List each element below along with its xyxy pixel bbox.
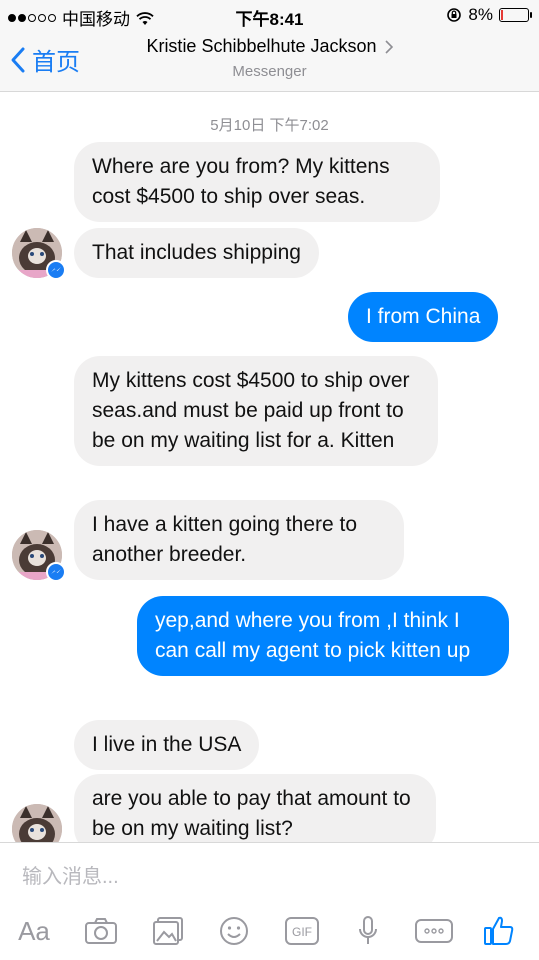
conversation-subtitle: Messenger — [232, 63, 307, 80]
gif-icon[interactable]: GIF — [282, 911, 322, 951]
more-icon[interactable] — [412, 911, 456, 951]
message-text: are you able to pay that amount to be on… — [92, 787, 411, 840]
message-bubble-incoming[interactable]: I have a kitten going there to another b… — [74, 500, 404, 580]
battery-percent: 8% — [468, 5, 493, 24]
message-text: yep,and where you from ,I think I can ca… — [155, 609, 471, 662]
messenger-badge-icon — [46, 260, 66, 280]
nav-bar: 首页 Kristie Schibbelhute Jackson Messenge… — [0, 30, 539, 92]
message-bubble-outgoing[interactable]: I from China — [348, 292, 499, 342]
message-text: I have a kitten going there to another b… — [92, 513, 358, 566]
status-right: 8% — [446, 5, 532, 25]
battery-icon — [499, 8, 532, 22]
message-bubble-incoming[interactable]: are you able to pay that amount to be on… — [74, 774, 436, 842]
like-icon[interactable] — [480, 911, 518, 951]
avatar[interactable] — [12, 804, 62, 842]
message-bubble-outgoing[interactable]: yep,and where you from ,I think I can ca… — [137, 596, 509, 676]
conversation-title: Kristie Schibbelhute Jackson — [146, 36, 377, 56]
message-bubble-incoming[interactable]: That includes shipping — [74, 228, 319, 278]
rotation-lock-icon — [447, 8, 462, 22]
svg-text:GIF: GIF — [292, 925, 312, 939]
emoji-icon[interactable] — [216, 911, 252, 951]
aa-label: Aa — [18, 915, 50, 946]
message-bubble-incoming[interactable]: My kittens cost $4500 to ship over seas.… — [74, 356, 438, 466]
message-timestamp: 5月10日 下午7:02 — [210, 117, 329, 134]
messenger-badge-icon — [46, 562, 66, 582]
photo-icon[interactable] — [150, 911, 186, 951]
message-text: I from China — [366, 305, 481, 328]
status-bar: 中国移动 下午8:41 8% — [0, 0, 539, 30]
message-bubble-incoming[interactable]: I live in the USA — [74, 720, 260, 770]
conversation-header[interactable]: Kristie Schibbelhute Jackson Messenger — [0, 36, 539, 80]
message-input[interactable] — [22, 859, 502, 895]
composer-toolbar: Aa GIF — [0, 911, 539, 951]
camera-icon[interactable] — [82, 911, 120, 951]
chevron-right-icon — [384, 39, 393, 54]
message-bubble-incoming[interactable]: Where are you from? My kittens cost $450… — [74, 142, 440, 222]
message-thread[interactable]: 5月10日 下午7:02 Where are you from? My kitt… — [0, 92, 539, 842]
message-text: My kittens cost $4500 to ship over seas.… — [92, 369, 410, 452]
composer: Aa GIF — [0, 842, 539, 960]
microphone-icon[interactable] — [354, 911, 382, 951]
message-text: Where are you from? My kittens cost $450… — [92, 155, 390, 208]
message-text: That includes shipping — [92, 241, 301, 264]
aa-icon[interactable]: Aa — [14, 911, 54, 951]
message-text: I live in the USA — [92, 733, 242, 756]
